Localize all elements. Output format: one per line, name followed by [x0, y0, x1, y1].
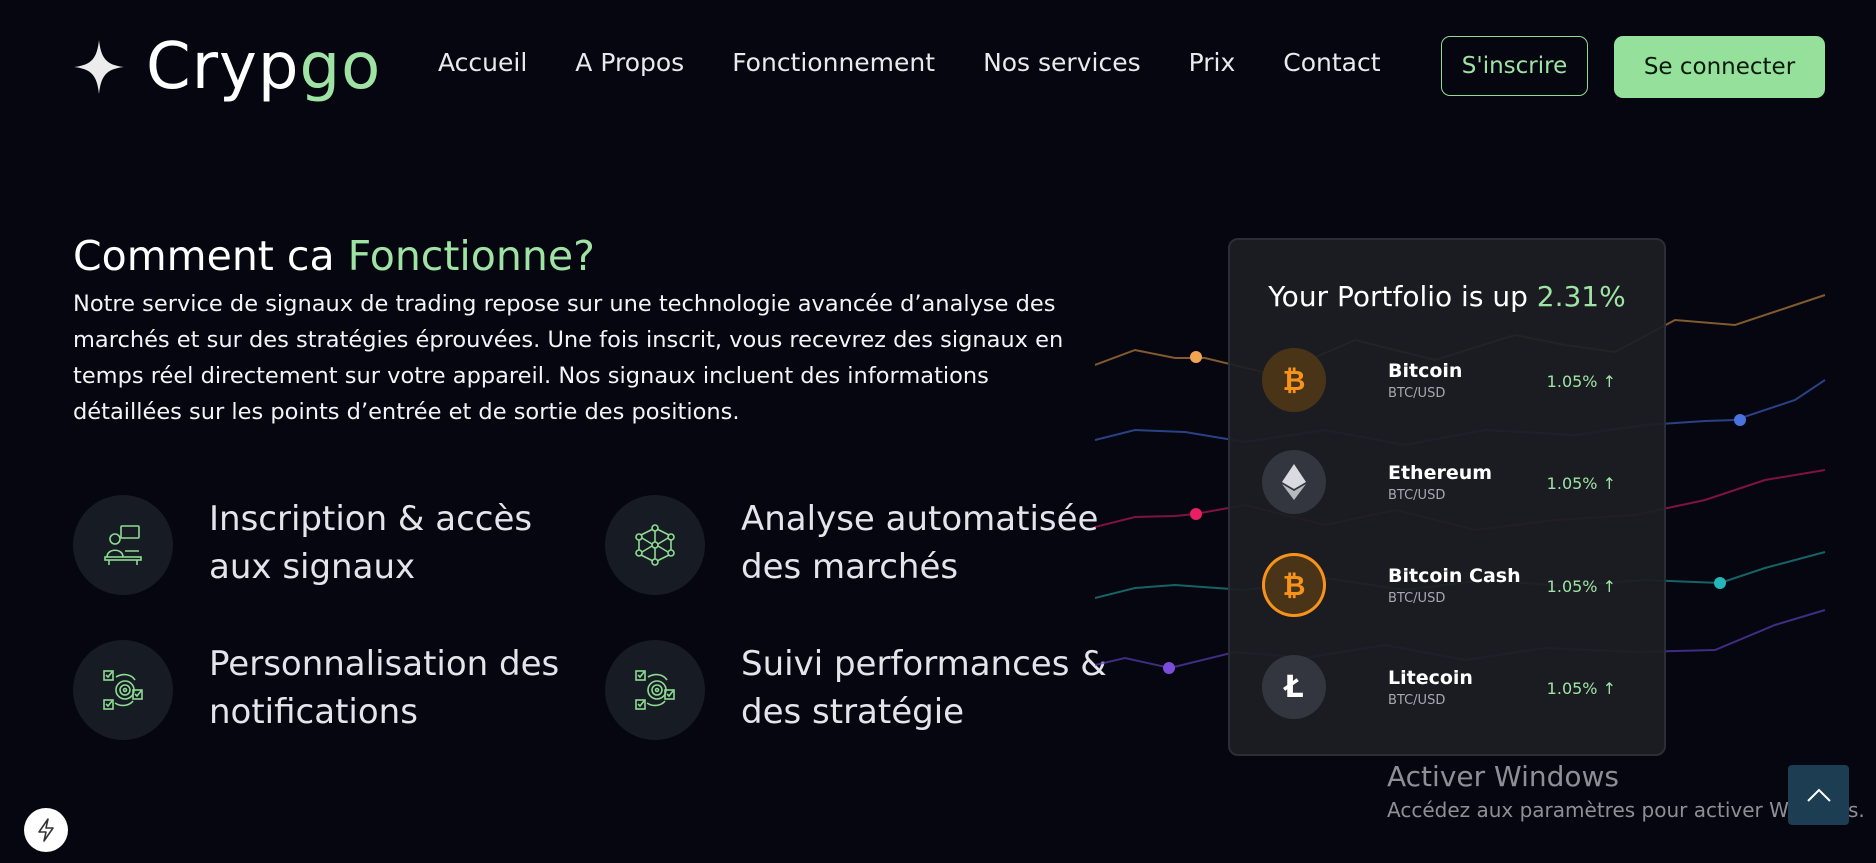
nav-item-accueil[interactable]: Accueil [438, 48, 527, 77]
brand-name: Crypgo [146, 30, 382, 104]
feature-label: Analyse automatisée des marchés [741, 499, 1099, 587]
coin-row[interactable]: ₿ Bitcoin Cash BTC/USD 1.05% ↑ [1262, 553, 1616, 623]
chevron-up-icon [1806, 788, 1831, 802]
coin-pair: BTC/USD [1388, 386, 1446, 401]
feature-item: Analyse automatisée des marchés [605, 495, 1101, 595]
sparkle-icon [74, 40, 124, 94]
brand-logo[interactable]: Crypgo [74, 30, 382, 104]
lightning-icon [38, 818, 54, 842]
signup-button[interactable]: S'inscrire [1441, 36, 1588, 96]
coin-pair: BTC/USD [1388, 693, 1446, 708]
nav-item-a-propos[interactable]: A Propos [575, 48, 684, 77]
nav-item-fonctionnement[interactable]: Fonctionnement [732, 48, 935, 77]
coin-row[interactable]: ₿ Bitcoin BTC/USD 1.05% ↑ [1262, 348, 1616, 418]
coin-row[interactable]: Ł Litecoin BTC/USD 1.05% ↑ [1262, 655, 1616, 725]
nav-item-prix[interactable]: Prix [1189, 48, 1236, 77]
target-checklist-icon [73, 640, 173, 740]
network-cube-icon [605, 495, 705, 595]
coin-pair: BTC/USD [1388, 591, 1446, 606]
feature-item: Inscription & accès aux signaux [73, 495, 539, 595]
coin-name: Bitcoin [1388, 360, 1463, 382]
coin-name: Litecoin [1388, 667, 1473, 689]
coin-change: 1.05% ↑ [1546, 577, 1616, 596]
coin-change: 1.05% ↑ [1546, 474, 1616, 493]
main-nav: Accueil A Propos Fonctionnement Nos serv… [438, 48, 1381, 77]
feature-item: Suivi performances & des stratégie [605, 640, 1121, 740]
target-checklist-icon [605, 640, 705, 740]
coin-pair: BTC/USD [1388, 488, 1446, 503]
coin-name: Ethereum [1388, 462, 1493, 484]
portfolio-card: Your Portfolio is up 2.31% ₿ Bitcoin BTC… [1228, 238, 1666, 756]
nav-item-nos-services[interactable]: Nos services [983, 48, 1141, 77]
lightning-button[interactable] [24, 808, 68, 852]
login-button[interactable]: Se connecter [1614, 36, 1825, 98]
ethereum-icon [1262, 450, 1326, 514]
coin-change: 1.05% ↑ [1546, 679, 1616, 698]
feature-label: Personnalisation des notifications [209, 644, 560, 732]
feature-label: Suivi performances & des stratégie [741, 644, 1107, 732]
portfolio-title: Your Portfolio is up 2.31% [1268, 280, 1626, 313]
coin-name: Bitcoin Cash [1388, 565, 1521, 587]
bitcoin-icon: ₿ [1262, 348, 1326, 412]
litecoin-icon: Ł [1262, 655, 1326, 719]
scroll-top-button[interactable] [1788, 765, 1849, 825]
coin-row[interactable]: Ethereum BTC/USD 1.05% ↑ [1262, 450, 1616, 520]
coin-change: 1.05% ↑ [1546, 372, 1616, 391]
nav-item-contact[interactable]: Contact [1283, 48, 1380, 77]
section-title: Comment ca Fonctionne? [73, 232, 595, 280]
feature-item: Personnalisation des notifications [73, 640, 569, 740]
feature-label: Inscription & accès aux signaux [209, 499, 533, 587]
activation-watermark-title: Activer Windows [1387, 760, 1620, 793]
user-desk-icon [73, 495, 173, 595]
bitcoin-cash-icon: ₿ [1262, 553, 1326, 617]
section-description: Notre service de signaux de trading repo… [73, 291, 1064, 425]
